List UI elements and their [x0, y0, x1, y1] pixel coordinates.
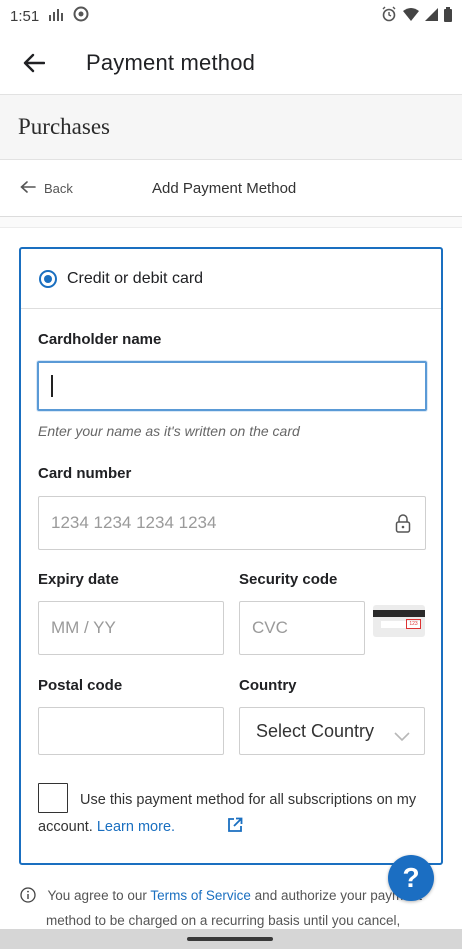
magnetic-stripe [373, 610, 425, 617]
expiry-date-label: Expiry date [38, 571, 119, 588]
card-back-icon: 123 [373, 605, 425, 637]
cvc-hint-number: 123 [406, 619, 421, 629]
country-select[interactable]: Select Country [239, 707, 425, 755]
system-nav-bar [0, 929, 462, 949]
at-sign-icon [73, 6, 89, 26]
security-code-input[interactable]: CVC [239, 601, 365, 655]
subnav: Back Add Payment Method [0, 160, 462, 216]
wifi-icon [403, 7, 419, 25]
card-number-input[interactable]: 1234 1234 1234 1234 [38, 496, 426, 550]
alarm-icon [381, 6, 397, 26]
arrow-left-icon [20, 180, 36, 196]
purchases-header: Purchases [0, 94, 462, 160]
divider [0, 216, 462, 228]
status-bar: 1:51 [0, 0, 462, 32]
app-bar: Payment method [0, 32, 462, 94]
signal-bars-icon [49, 8, 64, 25]
consent-text: Use this payment method for all subscrip… [38, 787, 428, 843]
cell-signal-icon [425, 7, 438, 25]
status-time: 1:51 [10, 7, 40, 25]
info-icon [20, 887, 36, 910]
status-right [381, 6, 452, 26]
terms-prefix: You agree to our [47, 888, 147, 903]
purchases-title: Purchases [18, 114, 110, 139]
page-title: Payment method [86, 50, 256, 75]
back-arrow-icon[interactable] [14, 43, 54, 83]
status-left: 1:51 [10, 6, 89, 26]
battery-icon [444, 6, 452, 26]
radio-button[interactable] [39, 269, 57, 288]
help-button[interactable]: ? [388, 855, 434, 901]
security-code-placeholder: CVC [252, 618, 288, 637]
external-link-icon[interactable] [185, 816, 243, 843]
card-number-label: Card number [38, 465, 132, 482]
payment-type-label: Credit or debit card [67, 269, 204, 287]
text-caret [51, 375, 53, 397]
country-label: Country [239, 677, 297, 694]
payment-form: Credit or debit card Cardholder name Ent… [19, 247, 443, 865]
subnav-title: Add Payment Method [152, 179, 297, 197]
country-selected-value: Select Country [256, 720, 375, 741]
security-code-label: Security code [239, 571, 338, 588]
chevron-down-icon [394, 726, 410, 747]
expiry-date-input[interactable]: MM / YY [38, 601, 224, 655]
terms-of-service-link[interactable]: Terms of Service [150, 888, 251, 903]
cardholder-name-label: Cardholder name [38, 331, 162, 348]
card-number-placeholder: 1234 1234 1234 1234 [51, 513, 217, 532]
lock-icon [395, 513, 411, 538]
postal-code-label: Postal code [38, 677, 123, 694]
cardholder-helper-text: Enter your name as it's written on the c… [38, 423, 300, 439]
payment-type-option[interactable]: Credit or debit card [21, 249, 441, 309]
home-gesture-handle[interactable] [187, 937, 273, 941]
cardholder-name-input[interactable] [37, 361, 427, 411]
radio-selected-dot [44, 274, 52, 283]
learn-more-link[interactable]: Learn more. [97, 819, 175, 835]
postal-code-input[interactable] [38, 707, 224, 755]
subnav-back-label: Back [44, 180, 73, 196]
subnav-back-button[interactable]: Back [20, 181, 73, 196]
terms-notice: You agree to our Terms of Service and au… [20, 885, 440, 932]
expiry-placeholder: MM / YY [51, 618, 116, 637]
